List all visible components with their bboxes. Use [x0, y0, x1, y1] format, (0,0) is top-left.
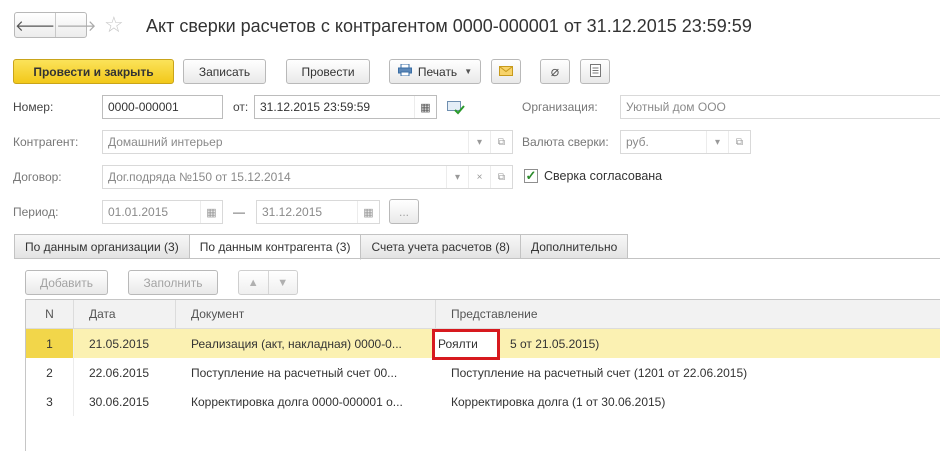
number-field[interactable]: 0000-000001: [102, 95, 223, 119]
print-button[interactable]: Печать ▼: [389, 59, 481, 84]
column-header-n[interactable]: N: [26, 300, 74, 328]
tab-counterparty-data[interactable]: По данным контрагента (3): [189, 234, 362, 260]
table-header: N Дата Документ Представление: [26, 300, 940, 329]
calendar-icon[interactable]: ▦: [414, 96, 436, 118]
envelope-icon: [499, 65, 513, 79]
row-date: 21.05.2015: [89, 336, 150, 351]
calendar-icon[interactable]: ▦: [357, 201, 379, 223]
column-header-document[interactable]: Документ: [176, 300, 436, 328]
period-to-value: 31.12.2015: [262, 205, 323, 219]
tab-additional[interactable]: Дополнительно: [520, 234, 629, 259]
agreed-label: Сверка согласована: [544, 169, 663, 183]
chevron-down-icon[interactable]: ▾: [706, 131, 728, 153]
counterparty-value: Домашний интерьер: [108, 135, 223, 149]
tab-divider: [14, 258, 940, 259]
chevron-down-icon[interactable]: ▾: [446, 166, 468, 188]
period-from-value: 01.01.2015: [108, 205, 169, 219]
post-and-close-button[interactable]: Провести и закрыть: [13, 59, 174, 84]
highlighted-edit-text: Роялти: [438, 337, 478, 351]
date-field[interactable]: 31.12.2015 23:59:59 ▦: [254, 95, 437, 119]
period-dash: —: [233, 205, 245, 219]
calendar-icon[interactable]: ▦: [200, 201, 222, 223]
document-icon: [589, 63, 601, 80]
arrow-up-icon[interactable]: ▲: [239, 271, 268, 294]
period-to-field[interactable]: 31.12.2015 ▦: [256, 200, 380, 224]
open-icon[interactable]: ⧉: [490, 166, 512, 188]
chevron-down-icon[interactable]: ▾: [468, 131, 490, 153]
open-icon[interactable]: ⧉: [728, 131, 750, 153]
row-number: 1: [26, 329, 74, 358]
row-representation: 5 от 21.05.2015): [510, 336, 600, 351]
attach-button[interactable]: ⌀: [540, 59, 570, 84]
open-icon[interactable]: ⧉: [490, 131, 512, 153]
tab-bar: По данным организации (3) По данным конт…: [14, 234, 629, 260]
agreed-checkbox[interactable]: ✓: [524, 169, 538, 183]
date-value: 31.12.2015 23:59:59: [260, 100, 371, 114]
currency-field[interactable]: руб. ▾ ⧉: [620, 130, 751, 154]
table-row[interactable]: 2 22.06.2015 Поступление на расчетный сч…: [26, 358, 940, 387]
number-value: 0000-000001: [108, 100, 179, 114]
arrow-right-icon: 🡒: [56, 17, 97, 35]
row-representation: Поступление на расчетный счет (1201 от 2…: [451, 365, 748, 380]
post-button[interactable]: Провести: [286, 59, 370, 84]
period-from-field[interactable]: 01.01.2015 ▦: [102, 200, 223, 224]
chevron-down-icon: ▼: [464, 67, 473, 76]
row-number: 2: [26, 358, 74, 387]
currency-label: Валюта сверки:: [522, 135, 609, 149]
column-header-date[interactable]: Дата: [74, 300, 176, 328]
check-document-icon[interactable]: [447, 101, 465, 115]
print-label: Печать: [417, 64, 458, 79]
tab-organization-data[interactable]: По данным организации (3): [14, 234, 190, 259]
table-row[interactable]: 3 30.06.2015 Корректировка долга 0000-00…: [26, 387, 940, 416]
row-representation: Корректировка долга (1 от 30.06.2015): [451, 394, 666, 409]
clear-icon[interactable]: ×: [468, 166, 490, 188]
organization-field[interactable]: Уютный дом ООО: [620, 95, 940, 119]
page-title: Акт сверки расчетов с контрагентом 0000-…: [146, 16, 752, 36]
column-header-representation[interactable]: Представление: [436, 300, 940, 328]
arrow-down-icon[interactable]: ▼: [267, 271, 298, 294]
row-document[interactable]: Реализация (акт, накладная) 0000-0...: [176, 329, 436, 358]
save-button[interactable]: Записать: [183, 59, 266, 84]
date-from-label: от:: [233, 100, 249, 114]
number-label: Номер:: [13, 100, 54, 114]
currency-value: руб.: [626, 135, 649, 149]
report-button[interactable]: [580, 59, 610, 84]
back-button[interactable]: 🡐: [15, 13, 55, 37]
contract-field[interactable]: Дог.подряда №150 от 15.12.2014 ▾ × ⧉: [102, 165, 513, 189]
tab-settlement-accounts[interactable]: Счета учета расчетов (8): [361, 234, 521, 259]
paperclip-icon: ⌀: [550, 63, 560, 79]
contract-value: Дог.подряда №150 от 15.12.2014: [108, 170, 291, 184]
favorite-star-icon[interactable]: ☆: [104, 11, 124, 39]
organization-value: Уютный дом ООО: [626, 100, 726, 114]
row-document[interactable]: Поступление на расчетный счет 00...: [176, 358, 436, 387]
fill-button[interactable]: Заполнить: [128, 270, 218, 295]
mail-button[interactable]: [491, 59, 521, 84]
forward-button[interactable]: 🡒: [55, 13, 96, 37]
contract-label: Договор:: [13, 170, 62, 184]
move-buttons: ▲ ▼: [238, 270, 298, 295]
row-number: 3: [26, 387, 74, 416]
add-row-button[interactable]: Добавить: [25, 270, 108, 295]
row-date: 30.06.2015: [89, 394, 150, 409]
counterparty-label: Контрагент:: [13, 135, 79, 149]
nav-buttons: 🡐 🡒: [14, 12, 96, 38]
period-select-button[interactable]: ...: [389, 199, 419, 224]
reconciliation-table: N Дата Документ Представление 1 21.05.20…: [25, 299, 940, 451]
row-date: 22.06.2015: [89, 365, 150, 380]
arrow-left-icon: 🡐: [15, 17, 56, 35]
row-document[interactable]: Корректировка долга 0000-000001 о...: [176, 387, 436, 416]
counterparty-field[interactable]: Домашний интерьер ▾ ⧉: [102, 130, 513, 154]
printer-icon: [397, 63, 412, 79]
period-label: Период:: [13, 205, 59, 219]
organization-label: Организация:: [522, 100, 598, 114]
